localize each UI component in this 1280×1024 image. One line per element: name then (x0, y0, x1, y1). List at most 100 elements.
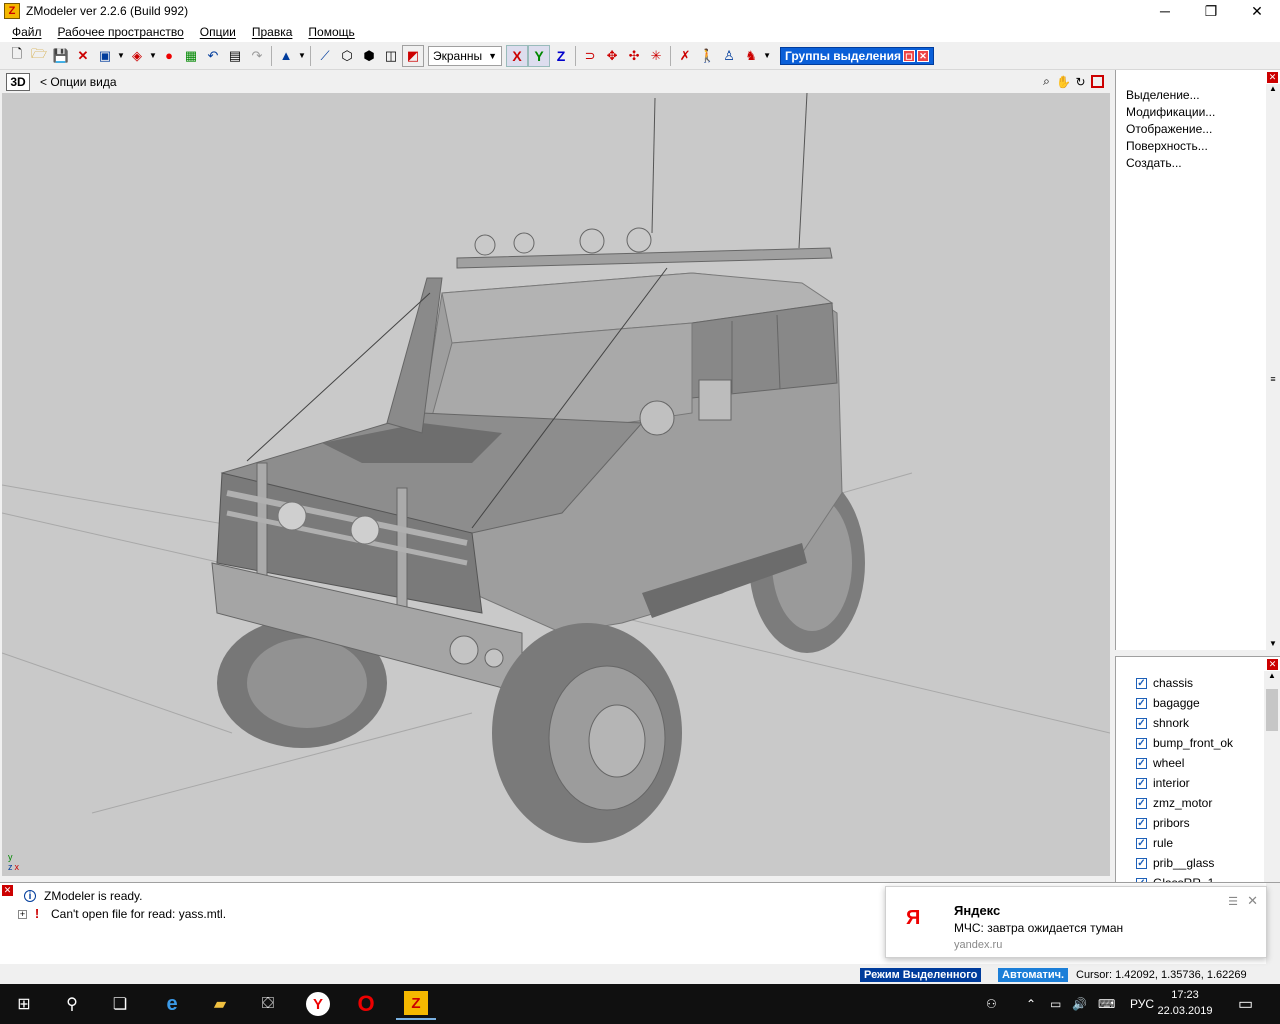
hierarchy-item[interactable]: ✓ shnork (1136, 713, 1233, 733)
checkbox-icon[interactable]: ✓ (1136, 857, 1147, 869)
windows-start-icon[interactable]: ⊞ (4, 988, 44, 1020)
dropdown-arrow-icon[interactable]: ▼ (148, 45, 158, 67)
selection-groups-panel[interactable]: Группы выделения ◻ ✕ (780, 46, 934, 65)
figure-icon[interactable]: ♙ (718, 45, 740, 67)
close-icon[interactable]: ✕ (916, 49, 929, 62)
dropdown-arrow-icon[interactable]: ▼ (762, 45, 772, 67)
command-surface[interactable]: Поверхность... (1126, 139, 1215, 156)
material-icon[interactable]: ▦ (180, 45, 202, 67)
hierarchy-scrollbar[interactable]: ▲ (1264, 671, 1280, 887)
checkbox-icon[interactable]: ✓ (1136, 677, 1147, 689)
command-display[interactable]: Отображение... (1126, 122, 1215, 139)
checkbox-icon[interactable]: ✓ (1136, 757, 1147, 769)
delete-icon[interactable]: ✕ (72, 45, 94, 67)
menu-edit[interactable]: Правка (244, 25, 301, 39)
opera-browser-icon[interactable]: O (346, 988, 386, 1020)
yandex-notification[interactable]: Я Яндекс МЧС: завтра ожидается туман yan… (885, 886, 1267, 958)
hierarchy-item[interactable]: ✓ zmz_motor (1136, 793, 1233, 813)
rotate-view-icon[interactable]: ↻ (1072, 73, 1089, 90)
menu-help[interactable]: Помощь (300, 25, 362, 39)
select-face-icon[interactable]: ⬡ (336, 45, 358, 67)
command-create[interactable]: Создать... (1126, 156, 1215, 173)
close-icon[interactable]: ✕ (2, 885, 13, 896)
hierarchy-item[interactable]: ✓ bump_front_ok (1136, 733, 1233, 753)
open-file-icon[interactable]: 🗁 (28, 45, 50, 67)
new-file-icon[interactable]: 🗋 (6, 45, 28, 67)
menu-file[interactable]: Файл (4, 25, 50, 39)
checkbox-icon[interactable]: ✓ (1136, 777, 1147, 789)
yandex-browser-icon[interactable]: Y (298, 988, 338, 1020)
view-options-button[interactable]: < Опции вида (40, 75, 117, 89)
select-group-icon[interactable]: ◫ (380, 45, 402, 67)
scroll-grip-icon[interactable]: ≡ (1266, 374, 1280, 384)
command-modifiers[interactable]: Модификации... (1126, 105, 1215, 122)
undo-icon[interactable]: ↶ (202, 45, 224, 67)
axis-y-toggle[interactable]: Y (528, 44, 551, 67)
view-select-dropdown[interactable]: Экранны ▼ (428, 45, 503, 66)
log-entry[interactable]: + ! Can't open file for read: yass.mtl. (18, 907, 226, 921)
notes-icon[interactable]: ▤ (224, 45, 246, 67)
keyboard-icon[interactable]: ⌨ (1098, 984, 1115, 1024)
checkbox-icon[interactable]: ✓ (1136, 717, 1147, 729)
command-selection[interactable]: Выделение... (1126, 88, 1215, 105)
maximize-viewport-icon[interactable] (1091, 75, 1104, 88)
render-icon[interactable]: ● (158, 45, 180, 67)
menu-options[interactable]: Опции (192, 25, 244, 39)
hierarchy-item[interactable]: ✓ rule (1136, 833, 1233, 853)
magnet-icon[interactable]: ⊃ (579, 45, 601, 67)
cone-icon[interactable]: ▲ (275, 45, 297, 67)
close-icon[interactable]: ✕ (1267, 659, 1278, 670)
menu-workspace[interactable]: Рабочее пространство (50, 25, 192, 39)
pan-hand-icon[interactable]: ✋ (1055, 73, 1072, 90)
restore-icon[interactable]: ◻ (902, 49, 915, 62)
hierarchy-item[interactable]: ✓ pribors (1136, 813, 1233, 833)
command-panel-scrollbar[interactable]: ▲ ≡ ▼ (1266, 84, 1280, 650)
zmodeler-taskbar-icon[interactable]: Z (396, 988, 436, 1020)
bone-icon[interactable]: ✗ (674, 45, 696, 67)
scroll-thumb[interactable] (1266, 689, 1278, 731)
checkbox-icon[interactable]: ✓ (1136, 737, 1147, 749)
file-explorer-icon[interactable]: ▰ (200, 988, 240, 1020)
minimize-button[interactable]: ─ (1142, 0, 1188, 22)
scroll-up-icon[interactable]: ▲ (1264, 671, 1280, 680)
clock[interactable]: 17:23 22.03.2019 (1150, 987, 1220, 1019)
log-scrollbar[interactable] (1266, 883, 1280, 965)
hierarchy-item[interactable]: ✓ interior (1136, 773, 1233, 793)
volume-icon[interactable]: 🔊 (1072, 984, 1087, 1024)
search-icon[interactable]: ⚲ (52, 988, 92, 1020)
redo-icon[interactable]: ↷ (246, 45, 268, 67)
hierarchy-item[interactable]: ✓ bagagge (1136, 693, 1233, 713)
axis-x-toggle[interactable]: X (506, 44, 529, 67)
checkbox-icon[interactable]: ✓ (1136, 817, 1147, 829)
rotate-icon[interactable]: ✣ (623, 45, 645, 67)
store-icon[interactable]: ⛋ (248, 988, 288, 1020)
select-vertex-icon[interactable]: ⟋ (314, 45, 336, 67)
close-button[interactable]: ✕ (1234, 0, 1280, 22)
viewport-mode-button[interactable]: 3D (6, 73, 30, 91)
figure-select-icon[interactable]: ♞ (740, 45, 762, 67)
notification-close-icon[interactable]: ✕ (1247, 893, 1258, 909)
select-all-icon[interactable]: ◩ (402, 44, 424, 67)
save-icon[interactable]: 💾 (50, 45, 72, 67)
edge-browser-icon[interactable]: e (152, 988, 192, 1020)
auto-status[interactable]: Автоматич. (998, 968, 1069, 982)
people-icon[interactable]: ⚇ (986, 984, 997, 1024)
dropdown-arrow-icon[interactable]: ▼ (297, 45, 307, 67)
hierarchy-item[interactable]: ✓ chassis (1136, 673, 1233, 693)
hierarchy-item[interactable]: ✓ wheel (1136, 753, 1233, 773)
maximize-button[interactable]: ❐ (1188, 0, 1234, 22)
selection-mode-status[interactable]: Режим Выделенного (860, 968, 982, 982)
scale-icon[interactable]: ✳ (645, 45, 667, 67)
figure-walk-icon[interactable]: 🚶 (696, 45, 718, 67)
notification-center-icon[interactable]: ▭ (1238, 984, 1253, 1024)
notification-menu-icon[interactable]: ☰ (1228, 895, 1238, 908)
close-icon[interactable]: ✕ (1267, 72, 1278, 83)
task-view-icon[interactable]: ❏ (100, 988, 140, 1020)
move-icon[interactable]: ✥ (601, 45, 623, 67)
network-icon[interactable]: ▭ (1050, 984, 1061, 1024)
log-entry[interactable]: i ZModeler is ready. (24, 889, 142, 903)
axis-z-toggle[interactable]: Z (550, 45, 572, 67)
expand-icon[interactable]: + (18, 909, 27, 919)
checkbox-icon[interactable]: ✓ (1136, 837, 1147, 849)
export-icon[interactable]: ◈ (126, 45, 148, 67)
